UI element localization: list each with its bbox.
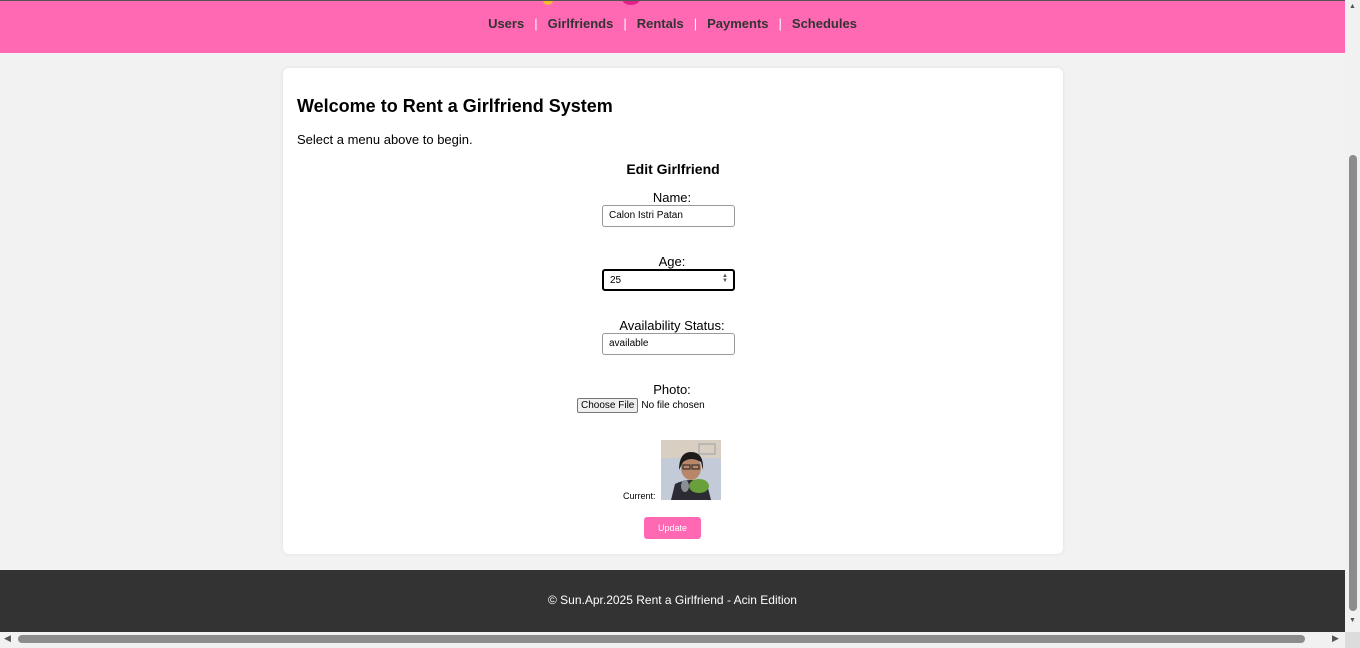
nav-rentals-link[interactable]: Rentals bbox=[637, 16, 684, 31]
scroll-up-icon[interactable]: ▲ bbox=[1349, 3, 1356, 10]
form-title: Edit Girlfriend bbox=[626, 161, 720, 177]
name-field-value: Calon Istri Patan bbox=[609, 210, 683, 221]
availability-status-value: available bbox=[609, 338, 649, 349]
photo-file-input[interactable]: Choose File No file chosen bbox=[577, 398, 705, 413]
site-footer: © Sun.Apr.2025 Rent a Girlfriend - Acin … bbox=[0, 570, 1345, 632]
photo-label: Photo: bbox=[653, 382, 691, 397]
availability-status-label: Availability Status: bbox=[619, 318, 725, 333]
age-field-value: 25 bbox=[610, 275, 622, 286]
name-field[interactable]: Calon Istri Patan bbox=[602, 205, 735, 227]
intro-text: Select a menu above to begin. bbox=[297, 132, 473, 147]
nav-users-link[interactable]: Users bbox=[488, 16, 524, 31]
scroll-right-icon[interactable]: ▶ bbox=[1332, 633, 1339, 644]
age-field[interactable]: 25 ▲ ▼ bbox=[602, 269, 735, 291]
nav-separator: | bbox=[534, 16, 538, 31]
nav-girlfriends-link[interactable]: Girlfriends bbox=[548, 16, 614, 31]
site-header: Users | Girlfriends | Rentals | Payments | Sched… bbox=[0, 1, 1345, 53]
choose-file-button[interactable]: Choose File bbox=[577, 398, 639, 413]
header-decoration bbox=[622, 1, 640, 5]
current-photo-label: Current: bbox=[623, 491, 656, 501]
page-title: Welcome to Rent a Girlfriend System bbox=[297, 96, 613, 116]
nav-separator: | bbox=[778, 16, 782, 31]
name-label: Name: bbox=[652, 190, 692, 205]
nav-separator: | bbox=[623, 16, 627, 31]
nav-schedules-link[interactable]: Schedules bbox=[792, 16, 857, 31]
vertical-scroll-thumb[interactable] bbox=[1349, 155, 1357, 611]
nav-separator: | bbox=[693, 16, 698, 31]
availability-status-field[interactable]: available bbox=[602, 333, 735, 355]
scroll-down-icon[interactable]: ▼ bbox=[1349, 617, 1356, 624]
header-decoration bbox=[543, 1, 553, 5]
person-photo-icon bbox=[661, 440, 721, 500]
update-button[interactable]: Update bbox=[644, 517, 701, 539]
current-photo-thumbnail bbox=[661, 440, 721, 500]
vertical-scrollbar[interactable]: ▲ ▼ bbox=[1345, 0, 1360, 632]
scroll-left-icon[interactable]: ◀ bbox=[4, 633, 11, 644]
nav-payments-link[interactable]: Payments bbox=[707, 16, 768, 31]
file-status-text: No file chosen bbox=[641, 400, 705, 411]
footer-text: © Sun.Apr.2025 Rent a Girlfriend - Acin … bbox=[548, 593, 797, 607]
content-card: Welcome to Rent a Girlfriend System Sele… bbox=[283, 68, 1063, 554]
horizontal-scroll-thumb[interactable] bbox=[18, 635, 1305, 643]
stepper-arrows-icon[interactable]: ▲ ▼ bbox=[722, 273, 728, 284]
horizontal-scrollbar[interactable]: ◀ ▶ bbox=[0, 632, 1345, 648]
scrollbar-corner bbox=[1345, 632, 1360, 648]
age-label: Age: bbox=[658, 254, 686, 269]
main-nav: Users | Girlfriends | Rentals | Payments | Sched… bbox=[0, 16, 1345, 31]
